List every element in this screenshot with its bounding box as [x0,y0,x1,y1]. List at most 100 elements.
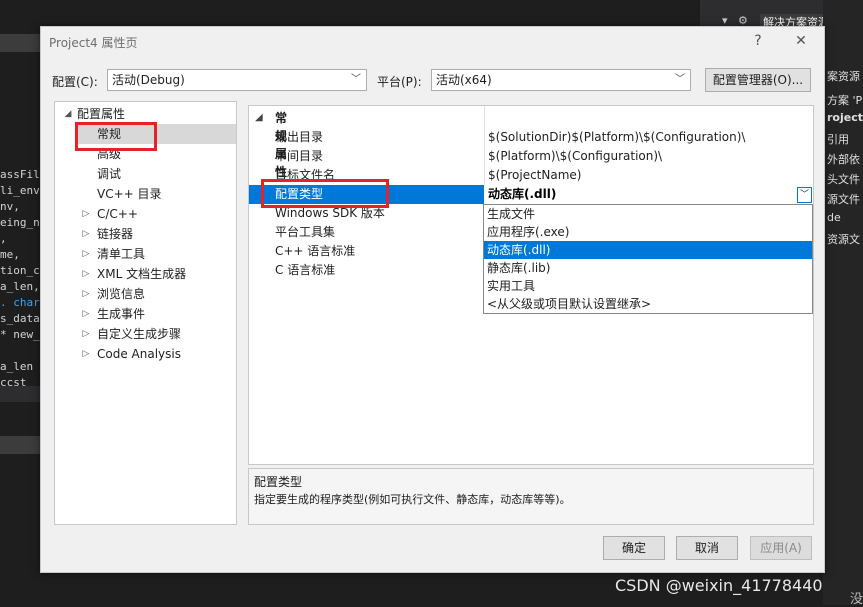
property-pages-dialog: Project4 属性页 ? ✕ 配置(C): 活动(Debug) ﹀ 平台(P… [40,26,825,573]
dropdown-option-makefile[interactable]: 生成文件 [484,205,812,223]
apply-button[interactable]: 应用(A) [750,536,812,560]
code-line: me, [0,248,20,261]
watermark: CSDN @weixin_41778440 [615,576,823,595]
description-text: 指定要生成的程序类型(例如可执行文件、静态库，动态库等等)。 [254,493,571,506]
row-name: C++ 语言标准 [275,244,356,258]
code-line: li_env, [0,184,40,197]
tree-item-label: Code Analysis [97,347,181,361]
tree-text: 案资源 [827,70,860,83]
solution-explorer-panel: 案资源 方案 'Pro roject4 引用 外部依 头文件 源文件 de 资源… [823,0,863,605]
property-tree: ◢ 配置属性 常规 高级 调试 VC++ 目录 ▷ C/C++ ▷ 链接器 ▷ 清单工… [54,101,237,525]
code-line: assFile [0,168,40,181]
description-panel: 配置类型 指定要生成的程序类型(例如可执行文件、静态库，动态库等等)。 [248,468,814,525]
tree-text: 源文件 [827,193,860,206]
tree-item-label: XML 文档生成器 [97,267,187,281]
code-line: nv, [0,200,20,213]
row-value: $(ProjectName) [488,168,582,182]
code-line: tion_c [0,264,40,277]
ok-button[interactable]: 确定 [603,536,665,560]
row-name: 输出目录 [275,130,324,144]
tree-root-label: 配置属性 [77,107,126,121]
tree-root[interactable]: ◢ 配置属性 [63,104,125,124]
collapse-icon[interactable]: ◢ [63,104,73,124]
tree-item-custom-build[interactable]: ▷ 自定义生成步骤 [81,324,181,344]
expand-icon[interactable]: ▷ [81,264,91,284]
dropdown-option-inherit[interactable]: <从父级或项目默认设置继承> [484,295,812,313]
config-select[interactable]: 活动(Debug) ﹀ [107,69,367,91]
row-name: C 语言标准 [275,263,336,277]
cancel-button[interactable]: 取消 [676,536,738,560]
tree-item-label: 高级 [97,147,122,161]
code-line: a_len, [0,280,40,293]
tree-item-general[interactable]: 常规 [77,124,236,144]
row-value: $(SolutionDir)$(Platform)\$(Configuratio… [488,130,746,144]
tree-item-linker[interactable]: ▷ 链接器 [81,224,133,244]
row-name: 目标文件名 [275,168,336,182]
tree-item-build-events[interactable]: ▷ 生成事件 [81,304,145,324]
chevron-down-icon[interactable]: ﹀ [797,187,812,203]
tree-item-label: 调试 [97,167,122,181]
code-line: s_data [0,312,40,325]
code-line: a_len [0,360,34,373]
tree-item-debugging[interactable]: 调试 [97,164,121,184]
tree-item-browse-info[interactable]: ▷ 浏览信息 [81,284,145,304]
tree-text: de [827,211,841,224]
config-manager-button[interactable]: 配置管理器(O)... [705,68,811,92]
tree-text: 资源文 [827,233,860,246]
editor-strip [0,34,40,52]
code-line: ccst [0,376,27,389]
expand-icon[interactable]: ▷ [81,324,91,344]
expand-icon[interactable]: ▷ [81,284,91,304]
tree-text: roject4 [827,111,863,124]
tree-item-advanced[interactable]: 高级 [97,144,121,164]
code-line: . char* [0,296,40,309]
help-button[interactable]: ? [748,31,768,51]
row-name: 中间目录 [275,149,324,163]
config-label: 配置(C): [52,75,98,89]
watermark-right: 没 [850,592,863,607]
row-name: Windows SDK 版本 [275,206,385,220]
dropdown-option-exe[interactable]: 应用程序(.exe) [484,223,812,241]
tree-item-xml-doc[interactable]: ▷ XML 文档生成器 [81,264,187,284]
code-editor-background: assFile li_env, nv, eing_n , me, tion_c … [0,0,40,605]
editor-strip [0,436,40,454]
platform-select[interactable]: 活动(x64) ﹀ [431,69,691,91]
expand-icon[interactable]: ▷ [81,224,91,244]
grid-row-output-dir[interactable]: 输出目录 $(SolutionDir)$(Platform)\$(Configur… [249,128,813,147]
tree-item-label: 链接器 [97,227,134,241]
expand-icon[interactable]: ▷ [81,344,91,364]
tree-text: 方案 'Pro [827,94,863,107]
tree-item-label: 自定义生成步骤 [97,327,182,341]
code-line: eing_n [0,216,40,229]
tree-item-label: VC++ 目录 [97,187,162,201]
tree-text: 头文件 [827,173,860,186]
row-name: 平台工具集 [275,225,336,239]
code-line: , [0,232,7,245]
config-select-value: 活动(Debug) [112,73,185,87]
config-type-dropdown: 生成文件 应用程序(.exe) 动态库(.dll) 静态库(.lib) 实用工具… [483,204,813,314]
tree-item-label: 浏览信息 [97,287,146,301]
tree-item-cpp[interactable]: ▷ C/C++ [81,204,138,224]
grid-row-config-type[interactable]: 配置类型 动态库(.dll) [249,185,813,204]
collapse-icon[interactable]: ◢ [255,109,263,127]
chevron-down-icon: ﹀ [351,74,361,85]
expand-icon[interactable]: ▷ [81,304,91,324]
dialog-title: Project4 属性页 [49,36,138,50]
dropdown-option-utility[interactable]: 实用工具 [484,277,812,295]
platform-label: 平台(P): [377,75,422,89]
row-value[interactable]: 动态库(.dll) [484,185,813,204]
expand-icon[interactable]: ▷ [81,204,91,224]
dropdown-option-lib[interactable]: 静态库(.lib) [484,259,812,277]
tree-item-code-analysis[interactable]: ▷ Code Analysis [81,344,181,364]
tree-item-vc-directories[interactable]: VC++ 目录 [97,184,162,204]
code-line: * new_ [0,328,40,341]
tree-item-manifest-tool[interactable]: ▷ 清单工具 [81,244,145,264]
expand-icon[interactable]: ▷ [81,244,91,264]
grid-row-target-name[interactable]: 目标文件名 $(ProjectName) [249,166,813,185]
row-value: $(Platform)\$(Configuration)\ [488,149,663,163]
tree-item-label: 常规 [97,127,122,141]
dropdown-option-dll[interactable]: 动态库(.dll) [484,241,812,259]
close-button[interactable]: ✕ [791,31,811,51]
grid-row-intermediate-dir[interactable]: 中间目录 $(Platform)\$(Configuration)\ [249,147,813,166]
tree-item-label: 清单工具 [97,247,146,261]
